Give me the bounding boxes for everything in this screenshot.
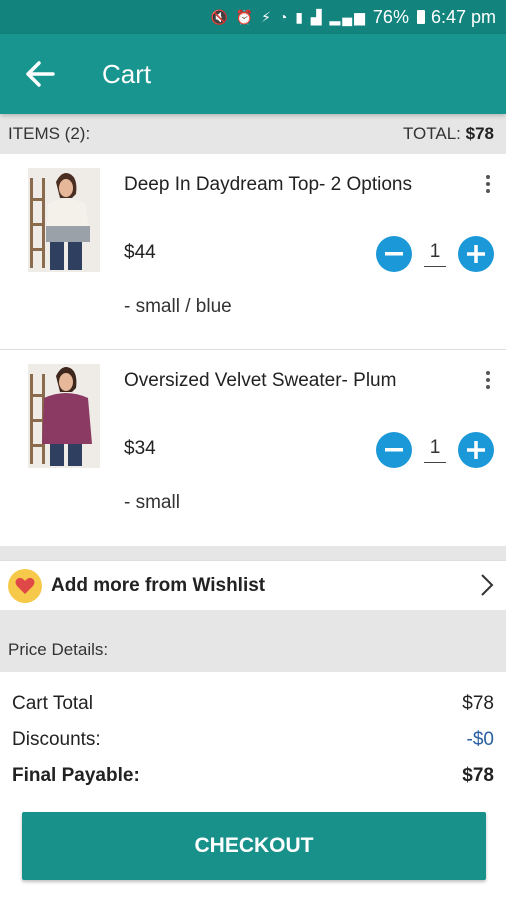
status-icons: 🔇 ⏰ ⚡ ◔ ▮ ▟ ▂▄▆	[210, 8, 367, 25]
back-button[interactable]	[0, 34, 80, 114]
items-count: ITEMS (2):	[8, 124, 91, 143]
page-title: Cart	[102, 58, 152, 89]
heart-icon	[8, 568, 42, 603]
cart-total-row: Cart Total $78	[12, 686, 494, 722]
product-image[interactable]	[28, 364, 100, 468]
product-photo	[28, 364, 100, 468]
checkout-button[interactable]: CHECKOUT	[22, 812, 486, 880]
more-vert-icon[interactable]	[480, 172, 496, 196]
chevron-right-icon	[481, 574, 494, 596]
battery-icon	[416, 10, 425, 24]
cart-item: Deep In Daydream Top- 2 Options $44 1 - …	[0, 154, 506, 350]
quantity-value[interactable]: 1	[424, 241, 446, 267]
heart-shape	[15, 577, 35, 594]
minus-icon	[385, 252, 403, 256]
discounts-row: Discounts: -$0	[12, 722, 494, 758]
wishlist-label: Add more from Wishlist	[51, 574, 266, 596]
status-bar: 🔇 ⏰ ⚡ ◔ ▮ ▟ ▂▄▆ 76% 6:47 pm	[0, 0, 506, 34]
battery-percent: 76%	[372, 6, 409, 27]
arrow-left-icon	[26, 61, 55, 87]
cart-total-label: Cart Total	[12, 693, 93, 714]
increase-quantity-button[interactable]	[458, 432, 494, 468]
cart-total-value: $78	[462, 693, 494, 714]
clock: 6:47 pm	[430, 6, 496, 27]
quantity-stepper: 1	[376, 236, 494, 272]
decrease-quantity-button[interactable]	[376, 236, 412, 272]
product-image[interactable]	[28, 168, 100, 272]
cart-summary: ITEMS (2): TOTAL: $78	[0, 114, 506, 154]
cart-total: TOTAL: $78	[403, 124, 494, 144]
final-payable-value: $78	[462, 765, 494, 786]
cart-items: Deep In Daydream Top- 2 Options $44 1 - …	[0, 154, 506, 546]
final-payable-label: Final Payable:	[12, 765, 140, 786]
plus-icon	[467, 245, 485, 263]
app-bar: Cart	[0, 34, 506, 114]
more-vert-icon[interactable]	[480, 368, 496, 392]
footer: CHECKOUT	[0, 790, 506, 900]
price-details: Cart Total $78 Discounts: -$0 Final Paya…	[0, 672, 506, 792]
decrease-quantity-button[interactable]	[376, 432, 412, 468]
item-name[interactable]: Oversized Velvet Sweater- Plum	[124, 370, 396, 392]
total-value: $78	[465, 124, 494, 143]
quantity-value[interactable]: 1	[424, 437, 446, 463]
wishlist-row[interactable]: Add more from Wishlist	[0, 560, 506, 610]
minus-icon	[385, 448, 403, 452]
item-name[interactable]: Deep In Daydream Top- 2 Options	[124, 174, 412, 196]
final-payable-row: Final Payable: $78	[12, 758, 494, 794]
total-label: TOTAL:	[402, 124, 461, 143]
cart-item: Oversized Velvet Sweater- Plum $34 1 - s…	[0, 350, 506, 546]
item-price: $34	[124, 438, 156, 459]
discounts-value: -$0	[466, 729, 494, 750]
quantity-stepper: 1	[376, 432, 494, 468]
item-variant: - small / blue	[124, 296, 232, 317]
item-variant: - small	[124, 492, 180, 513]
discounts-label: Discounts:	[12, 729, 101, 750]
price-details-heading: Price Details:	[8, 640, 109, 659]
plus-icon	[467, 441, 485, 459]
product-photo	[28, 168, 100, 272]
increase-quantity-button[interactable]	[458, 236, 494, 272]
item-price: $44	[124, 242, 156, 263]
